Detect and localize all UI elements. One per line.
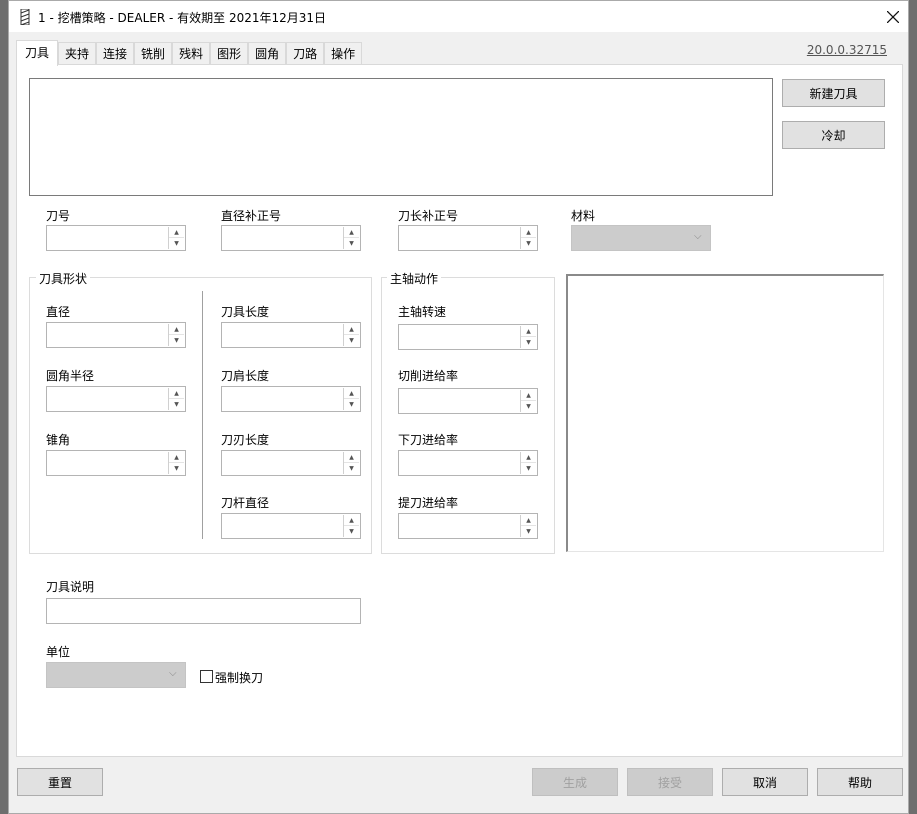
shank-diameter-label: 刀杆直径 <box>221 496 270 510</box>
retract-feed-input[interactable]: ▲ ▼ <box>398 513 538 539</box>
taper-angle-label: 锥角 <box>46 433 71 447</box>
tab-operation[interactable]: 操作 <box>324 42 363 65</box>
plunge-feed-label: 下刀进给率 <box>398 433 459 447</box>
corner-radius-label: 圆角半径 <box>46 369 95 383</box>
cancel-button[interactable]: 取消 <box>722 768 808 796</box>
accept-button[interactable]: 接受 <box>627 768 713 796</box>
spin-up-icon[interactable]: ▲ <box>169 227 184 238</box>
column-divider <box>202 291 203 539</box>
coolant-button[interactable]: 冷却 <box>782 121 885 149</box>
cut-feed-input[interactable]: ▲ ▼ <box>398 388 538 414</box>
tab-graphics[interactable]: 图形 <box>210 42 249 65</box>
chevron-down-icon: ⌵ <box>694 231 702 242</box>
help-button[interactable]: 帮助 <box>817 768 903 796</box>
spin-up-icon[interactable]: ▲ <box>169 388 184 399</box>
spin-down-icon[interactable]: ▼ <box>169 238 184 249</box>
unit-label: 单位 <box>46 645 71 659</box>
spin-down-icon[interactable]: ▼ <box>521 337 536 348</box>
tool-shape-title: 刀具形状 <box>36 270 91 287</box>
length-offset-input[interactable]: ▲ ▼ <box>398 225 538 251</box>
tab-holder[interactable]: 夹持 <box>58 42 97 65</box>
material-select[interactable]: ⌵ <box>571 225 711 251</box>
spin-down-icon[interactable]: ▼ <box>344 238 359 249</box>
diameter-offset-label: 直径补正号 <box>221 209 282 223</box>
tab-fillet[interactable]: 圆角 <box>248 42 287 65</box>
flute-length-input[interactable]: ▲ ▼ <box>221 450 361 476</box>
close-icon <box>887 10 899 23</box>
spindle-title: 主轴动作 <box>387 270 442 287</box>
tab-tool[interactable]: 刀具 <box>16 40 59 66</box>
force-change-checkbox[interactable] <box>200 670 213 683</box>
tab-toolpath[interactable]: 刀路 <box>286 42 325 65</box>
end-mill-icon <box>20 9 30 25</box>
taper-angle-input[interactable]: ▲ ▼ <box>46 450 186 476</box>
spin-up-icon[interactable]: ▲ <box>344 515 359 526</box>
cut-feed-label: 切削进给率 <box>398 369 459 383</box>
tab-strip: 刀具 夹持 连接 铣削 残料 图形 圆角 刀路 操作 <box>16 40 363 66</box>
spin-up-icon[interactable]: ▲ <box>521 227 536 238</box>
spin-down-icon[interactable]: ▼ <box>169 463 184 474</box>
spin-down-icon[interactable]: ▼ <box>169 335 184 346</box>
spin-up-icon[interactable]: ▲ <box>521 452 536 463</box>
retract-feed-label: 提刀进给率 <box>398 496 459 510</box>
tool-preview <box>566 274 884 552</box>
plunge-feed-input[interactable]: ▲ ▼ <box>398 450 538 476</box>
diameter-input[interactable]: ▲ ▼ <box>46 322 186 348</box>
spin-down-icon[interactable]: ▼ <box>521 526 536 537</box>
length-offset-label: 刀长补正号 <box>398 209 459 223</box>
chevron-down-icon: ⌵ <box>169 668 177 679</box>
spin-down-icon[interactable]: ▼ <box>169 399 184 410</box>
spin-up-icon[interactable]: ▲ <box>344 452 359 463</box>
diameter-label: 直径 <box>46 305 71 319</box>
diameter-offset-input[interactable]: ▲ ▼ <box>221 225 361 251</box>
spindle-speed-input[interactable]: ▲ ▼ <box>398 324 538 350</box>
spin-up-icon[interactable]: ▲ <box>169 452 184 463</box>
dialog-window: 1 - 挖槽策略 - DEALER - 有效期至 2021年12月31日 20.… <box>8 0 909 814</box>
new-tool-button[interactable]: 新建刀具 <box>782 79 885 107</box>
spin-down-icon[interactable]: ▼ <box>521 401 536 412</box>
spin-down-icon[interactable]: ▼ <box>521 238 536 249</box>
material-label: 材料 <box>571 209 596 223</box>
corner-radius-input[interactable]: ▲ ▼ <box>46 386 186 412</box>
spin-up-icon[interactable]: ▲ <box>344 324 359 335</box>
spin-up-icon[interactable]: ▲ <box>344 388 359 399</box>
spin-down-icon[interactable]: ▼ <box>344 399 359 410</box>
flute-length-label: 刀刃长度 <box>221 433 270 447</box>
tool-number-label: 刀号 <box>46 209 71 223</box>
spin-up-icon[interactable]: ▲ <box>344 227 359 238</box>
tool-number-input[interactable]: ▲ ▼ <box>46 225 186 251</box>
close-button[interactable] <box>878 1 908 32</box>
tool-description-label: 刀具说明 <box>46 580 95 594</box>
generate-button[interactable]: 生成 <box>532 768 618 796</box>
tool-length-input[interactable]: ▲ ▼ <box>221 322 361 348</box>
spindle-speed-label: 主轴转速 <box>398 305 447 319</box>
spin-down-icon[interactable]: ▼ <box>344 526 359 537</box>
tool-list[interactable] <box>29 78 773 196</box>
shoulder-length-input[interactable]: ▲ ▼ <box>221 386 361 412</box>
unit-select[interactable]: ⌵ <box>46 662 186 688</box>
tab-linking[interactable]: 连接 <box>96 42 135 65</box>
window-title: 1 - 挖槽策略 - DEALER - 有效期至 2021年12月31日 <box>38 11 327 25</box>
tab-milling[interactable]: 铣削 <box>134 42 173 65</box>
spin-up-icon[interactable]: ▲ <box>521 515 536 526</box>
tool-description-input[interactable] <box>46 598 361 624</box>
spin-down-icon[interactable]: ▼ <box>521 463 536 474</box>
version-link[interactable]: 20.0.0.32715 <box>807 43 887 57</box>
spin-up-icon[interactable]: ▲ <box>521 326 536 337</box>
tab-rest[interactable]: 残料 <box>172 42 211 65</box>
tool-length-label: 刀具长度 <box>221 305 270 319</box>
spin-up-icon[interactable]: ▲ <box>521 390 536 401</box>
spin-up-icon[interactable]: ▲ <box>169 324 184 335</box>
force-change-label: 强制换刀 <box>215 671 264 685</box>
shoulder-length-label: 刀肩长度 <box>221 369 270 383</box>
spin-down-icon[interactable]: ▼ <box>344 335 359 346</box>
title-bar: 1 - 挖槽策略 - DEALER - 有效期至 2021年12月31日 <box>9 1 908 32</box>
reset-button[interactable]: 重置 <box>17 768 103 796</box>
spin-down-icon[interactable]: ▼ <box>344 463 359 474</box>
shank-diameter-input[interactable]: ▲ ▼ <box>221 513 361 539</box>
